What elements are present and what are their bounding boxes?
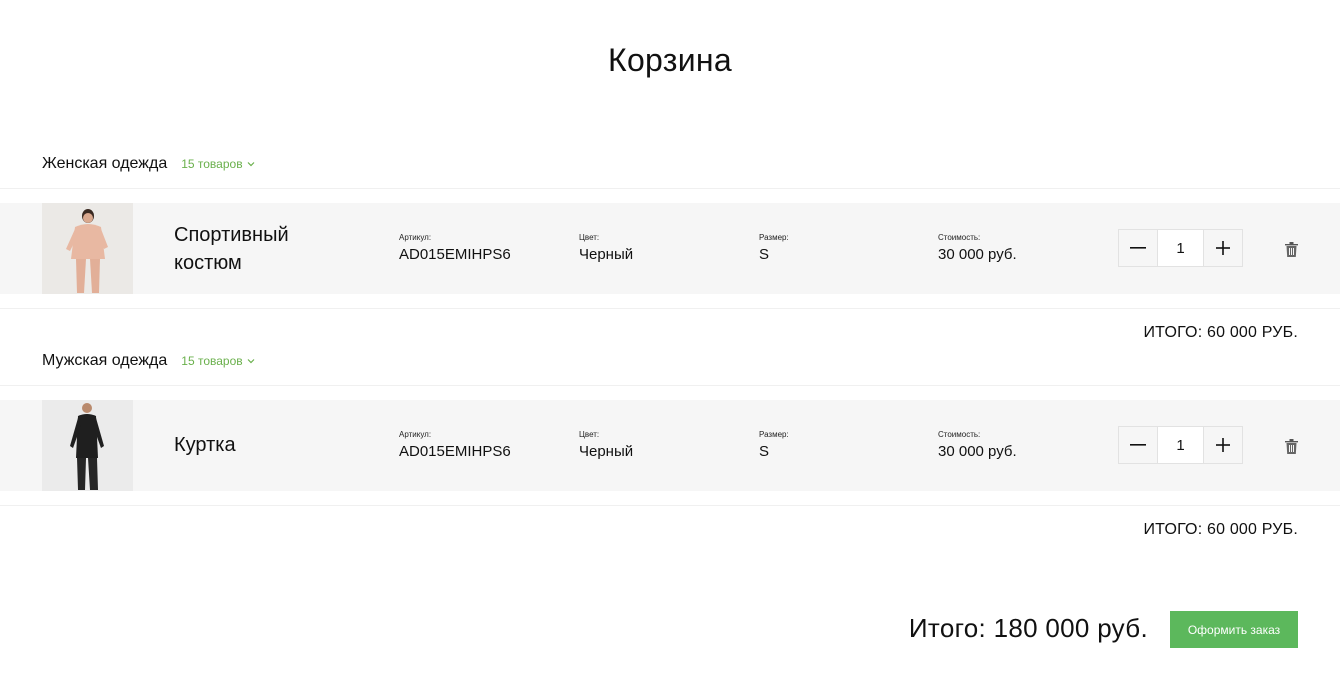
item-count-label: 15 товаров	[181, 157, 243, 171]
color-field: Цвет: Черный	[579, 430, 633, 461]
remove-item-button[interactable]	[1283, 437, 1299, 455]
quantity-value[interactable]: 1	[1157, 230, 1204, 266]
size-label: Размер:	[759, 430, 789, 439]
color-label: Цвет:	[579, 233, 600, 242]
size-value: S	[759, 443, 770, 460]
sku-label: Артикул:	[399, 430, 432, 439]
chevron-down-icon	[247, 162, 255, 167]
size-field: Размер: S	[759, 430, 789, 461]
product-name-line: Спортивный	[174, 224, 289, 246]
trash-icon	[1284, 438, 1298, 454]
trash-icon	[1284, 241, 1298, 257]
sku-field: Артикул: AD015EMIHPS6	[399, 430, 511, 461]
price-field: Стоимость: 30 000 руб.	[938, 233, 1017, 264]
plus-icon	[1216, 241, 1230, 255]
size-field: Размер: S	[759, 233, 789, 264]
product-image[interactable]	[42, 400, 133, 491]
item-count-label: 15 товаров	[181, 354, 243, 368]
size-value: S	[759, 246, 770, 263]
decrease-button[interactable]	[1119, 427, 1157, 463]
cart-item-row: Куртка Артикул: AD015EMIHPS6 Цвет: Черны…	[0, 400, 1340, 491]
quantity-stepper: 1	[1118, 229, 1243, 267]
section-header-men: Мужская одежда 15 товаров	[42, 351, 255, 371]
increase-button[interactable]	[1204, 230, 1242, 266]
cart-item-row: Спортивный костюм Артикул: AD015EMIHPS6 …	[0, 203, 1340, 294]
minus-icon	[1130, 444, 1146, 446]
color-field: Цвет: Черный	[579, 233, 633, 264]
divider	[0, 385, 1340, 386]
color-label: Цвет:	[579, 430, 600, 439]
price-label: Стоимость:	[938, 233, 981, 242]
quantity-value[interactable]: 1	[1157, 427, 1204, 463]
grand-total: Итого: 180 000 руб.	[908, 613, 1148, 643]
product-image[interactable]	[42, 203, 133, 294]
sku-value: AD015EMIHPS6	[399, 443, 511, 460]
sku-value: AD015EMIHPS6	[399, 246, 511, 263]
color-value: Черный	[579, 443, 634, 460]
price-field: Стоимость: 30 000 руб.	[938, 430, 1017, 461]
divider	[0, 308, 1340, 309]
divider	[0, 505, 1340, 506]
price-value: 30 000 руб.	[938, 246, 1017, 263]
sku-label: Артикул:	[399, 233, 432, 242]
item-count-toggle[interactable]: 15 товаров	[181, 354, 255, 368]
decrease-button[interactable]	[1119, 230, 1157, 266]
sku-field: Артикул: AD015EMIHPS6	[399, 233, 511, 264]
section-title: Женская одежда	[42, 155, 168, 172]
price-label: Стоимость:	[938, 430, 981, 439]
quantity-stepper: 1	[1118, 426, 1243, 464]
remove-item-button[interactable]	[1283, 240, 1299, 258]
section-title: Мужская одежда	[42, 352, 168, 369]
section-header-women: Женская одежда 15 товаров	[42, 154, 255, 174]
section-subtotal: ИТОГО: 60 000 РУБ.	[1143, 324, 1298, 341]
size-label: Размер:	[759, 233, 789, 242]
plus-icon	[1216, 438, 1230, 452]
checkout-button[interactable]: Оформить заказ	[1170, 611, 1298, 648]
color-value: Черный	[579, 246, 634, 263]
divider	[0, 188, 1340, 189]
minus-icon	[1130, 247, 1146, 249]
chevron-down-icon	[247, 359, 255, 364]
product-name[interactable]: Спортивный костюм	[174, 221, 289, 277]
product-name-line: костюм	[174, 252, 242, 274]
increase-button[interactable]	[1204, 427, 1242, 463]
section-subtotal: ИТОГО: 60 000 РУБ.	[1143, 521, 1298, 538]
page-title: Корзина	[608, 42, 732, 78]
item-count-toggle[interactable]: 15 товаров	[181, 157, 255, 171]
product-name[interactable]: Куртка	[174, 431, 236, 459]
price-value: 30 000 руб.	[938, 443, 1017, 460]
